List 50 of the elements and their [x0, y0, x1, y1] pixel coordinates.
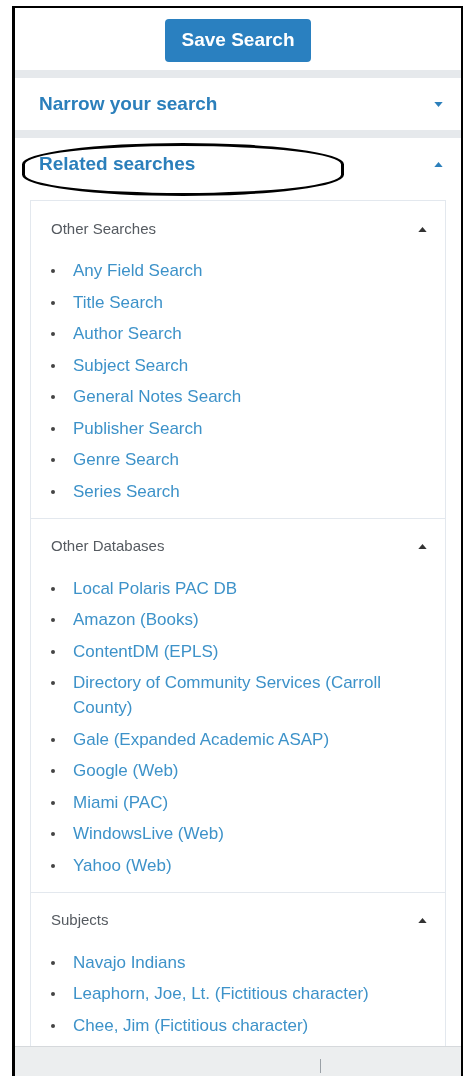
caret-up-icon[interactable] — [418, 226, 427, 232]
bullet-icon — [51, 960, 55, 965]
panel-title[interactable]: Related searches — [39, 149, 196, 179]
bullet-icon — [51, 489, 55, 494]
bullet-icon — [51, 681, 55, 685]
bullet-icon — [51, 395, 55, 399]
panel-title[interactable]: Narrow your search — [39, 89, 218, 119]
bullet-icon — [51, 992, 55, 996]
bullet-icon — [51, 649, 55, 654]
search-link[interactable]: Leaphorn, Joe, Lt. (Fictitious character) — [73, 981, 369, 1006]
bullet-icon — [51, 426, 55, 431]
search-link[interactable]: Gale (Expanded Academic ASAP) — [73, 726, 330, 752]
group-title[interactable]: Other Databases — [51, 535, 165, 558]
bullet-icon — [51, 863, 55, 868]
bullet-icon — [51, 618, 55, 622]
search-link[interactable]: Series Search — [73, 478, 180, 504]
save-search-button[interactable]: Save Search — [165, 19, 311, 62]
group-title[interactable]: Subjects — [51, 909, 109, 932]
search-link[interactable]: General Notes Search — [73, 384, 242, 409]
bullet-icon — [51, 800, 55, 805]
bullet-icon — [51, 363, 55, 368]
search-link[interactable]: Chee, Jim (Fictitious character) — [73, 1012, 309, 1038]
search-link[interactable]: Any Field Search — [73, 258, 203, 283]
bullet-icon — [51, 458, 55, 462]
search-link[interactable]: Subject Search — [73, 352, 189, 378]
bullet-icon — [51, 769, 55, 773]
group-title[interactable]: Other Searches — [51, 217, 157, 241]
caret-down-icon[interactable] — [434, 101, 443, 107]
search-link[interactable]: Local Polaris PAC DB — [73, 575, 238, 601]
search-link[interactable]: Miami (PAC) — [73, 789, 169, 815]
search-link[interactable]: Genre Search — [73, 447, 179, 472]
bullet-icon — [51, 832, 55, 836]
caret-up-icon[interactable] — [418, 918, 427, 923]
search-link[interactable]: Author Search — [73, 321, 182, 346]
bullet-icon — [51, 586, 55, 591]
search-link[interactable]: Google (Web) — [73, 758, 179, 783]
bullet-icon — [51, 1023, 55, 1028]
caret-up-icon[interactable] — [418, 544, 427, 549]
search-link[interactable]: Yahoo (Web) — [73, 852, 172, 878]
bullet-icon — [51, 300, 55, 305]
search-link[interactable]: Title Search — [73, 289, 164, 315]
search-link[interactable]: ContentDM (EPLS) — [73, 638, 219, 664]
search-link[interactable]: Navajo Indians — [73, 949, 186, 975]
bullet-icon — [51, 737, 55, 742]
search-link[interactable]: Directory of Community Services (Carroll County) — [73, 670, 421, 720]
search-link[interactable]: Amazon (Books) — [73, 607, 199, 632]
search-link[interactable]: Publisher Search — [73, 415, 203, 441]
search-link[interactable]: WindowsLive (Web) — [73, 821, 224, 846]
bullet-icon — [51, 332, 55, 336]
bullet-icon — [51, 269, 55, 273]
